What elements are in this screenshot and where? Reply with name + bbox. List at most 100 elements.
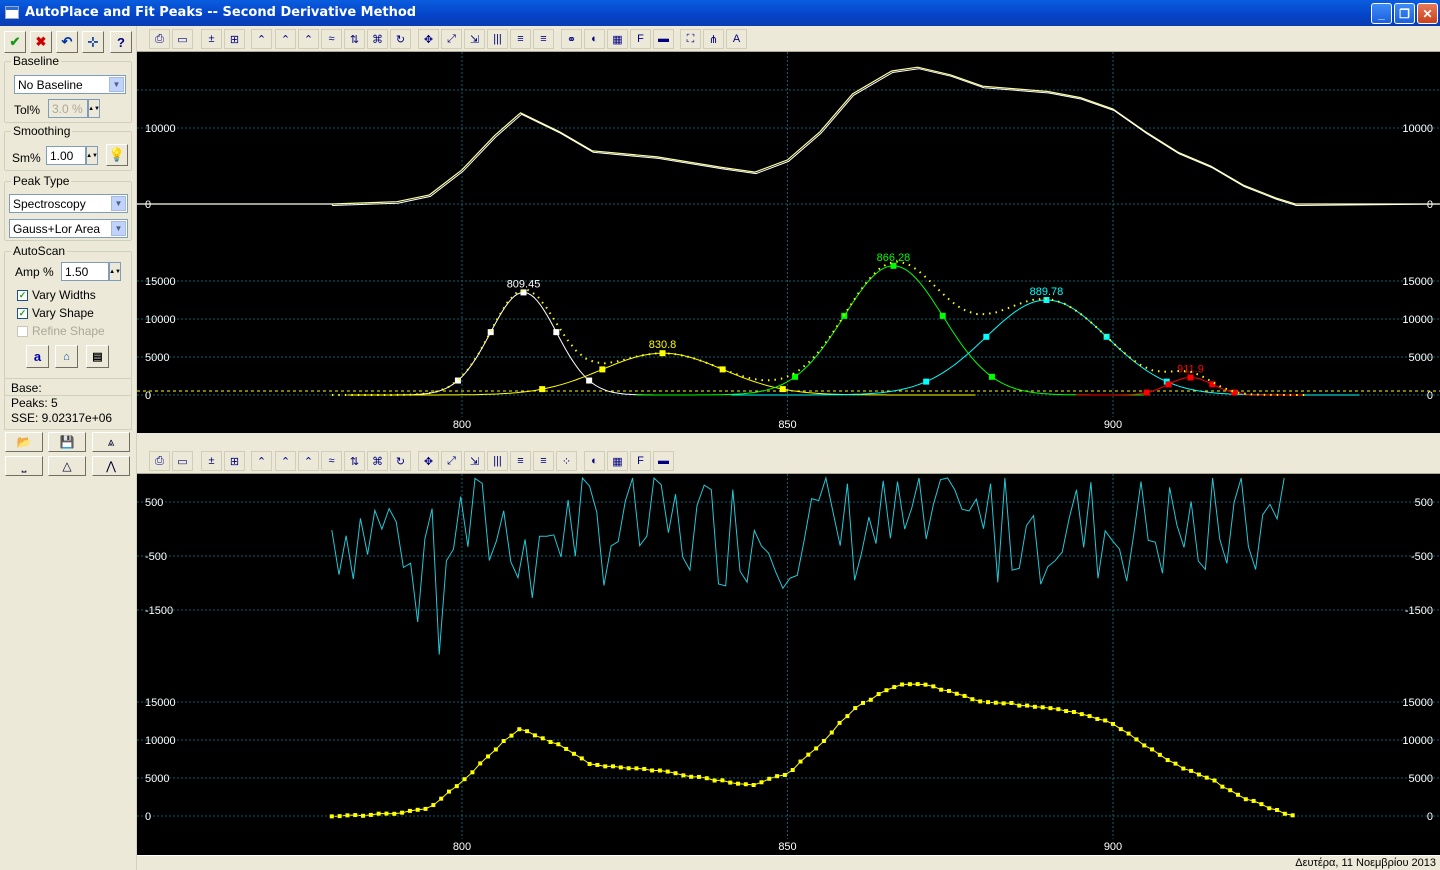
splitter[interactable] <box>137 433 1440 448</box>
data-point <box>767 776 772 781</box>
peak-up-button[interactable]: ⩓ <box>92 432 130 452</box>
vary-widths-checkbox[interactable]: ✓ Vary Widths <box>17 288 96 302</box>
scale-tool-button[interactable]: ⇲ <box>464 451 485 471</box>
zoom-tool-button[interactable]: ⤢ <box>441 29 462 49</box>
binocular-tool-button[interactable]: ⚭ <box>561 29 582 49</box>
folder-tool-button[interactable]: ▭ <box>172 29 193 49</box>
list-tool-button[interactable]: ≡ <box>510 451 531 471</box>
fit-chart[interactable]: 10000 0 10000 0 15000 15000 10000 10000 5000 5000… <box>137 52 1440 433</box>
peak-tool-button[interactable]: ⌃ <box>251 451 272 471</box>
smooth-preview-button[interactable]: 💡 <box>106 144 128 166</box>
autoscan-report-button[interactable]: ▤ <box>86 345 109 368</box>
baseline-select[interactable]: No Baseline ▼ <box>14 75 126 94</box>
print-tool-button[interactable]: ⎙ <box>149 29 170 49</box>
help-icon: ? <box>117 34 125 50</box>
peak2-icon: ⌃ <box>280 455 291 468</box>
peak3-tool-button[interactable]: ⌃ <box>298 29 319 49</box>
cursor-v-tool-button[interactable]: ⊞ <box>224 29 245 49</box>
undo-button[interactable]: ↶ <box>56 31 78 53</box>
peak-tool-button[interactable]: ⌃ <box>251 29 272 49</box>
refine-shape-checkbox[interactable]: Refine Shape <box>17 324 105 338</box>
palette-tool-button[interactable]: ▬ <box>653 29 674 49</box>
autoscan-a-button[interactable]: a <box>26 345 49 368</box>
tree-tool-button[interactable]: ⋔ <box>703 29 724 49</box>
grid-tool-button[interactable]: ▦ <box>607 451 628 471</box>
folder-tool-button[interactable]: ▭ <box>172 451 193 471</box>
x-tick-label: 850 <box>778 841 796 853</box>
print-tool-button[interactable]: ⎙ <box>149 451 170 471</box>
a-icon: a <box>33 349 42 364</box>
cursor-h-tool-button[interactable]: ± <box>201 451 222 471</box>
data-point <box>962 693 967 698</box>
vary-shape-checkbox[interactable]: ✓ Vary Shape <box>17 306 94 320</box>
place-peak-button[interactable]: ⊹ <box>82 31 104 53</box>
refresh-tool-button[interactable]: ↻ <box>390 451 411 471</box>
peak2-tool-button[interactable]: ⌃ <box>275 451 296 471</box>
font-tool-button[interactable]: F <box>630 29 651 49</box>
autoscan-peaks-button[interactable]: ⌂ <box>55 345 78 368</box>
list2-tool-button[interactable]: ≡ <box>533 29 554 49</box>
chart-tool-button[interactable]: ⛶ <box>680 29 701 49</box>
color-tool-button[interactable]: ◐ <box>584 451 605 471</box>
list-tool-button[interactable]: ≡ <box>510 29 531 49</box>
cursor-h-icon: ± <box>208 33 215 45</box>
wave-tool-button[interactable]: ≈ <box>321 29 342 49</box>
peak3-tool-button[interactable]: ⌃ <box>298 451 319 471</box>
palette-tool-button[interactable]: ▬ <box>653 451 674 471</box>
arrows-tool-button[interactable]: ⇅ <box>344 451 365 471</box>
zoom-tool-button[interactable]: ⤢ <box>441 451 462 471</box>
wave-tool-button[interactable]: ≈ <box>321 451 342 471</box>
save-button[interactable]: 💾 <box>48 432 86 452</box>
peak-shape-button[interactable]: ⋀ <box>92 456 130 476</box>
label-tool-button[interactable]: A <box>726 29 747 49</box>
fit-tool-button[interactable]: ⌘ <box>367 29 388 49</box>
peak-type-select[interactable]: Spectroscopy ▼ <box>9 194 128 213</box>
peak-fit-button[interactable]: △ <box>48 456 86 476</box>
amp-input[interactable]: 1.50 <box>61 262 109 281</box>
data-point <box>1111 721 1115 726</box>
open-button[interactable]: 📂 <box>5 432 43 452</box>
list2-tool-button[interactable]: ≡ <box>533 451 554 471</box>
bars-tool-button[interactable]: ||| <box>487 451 508 471</box>
font-tool-button[interactable]: F <box>630 451 651 471</box>
y-tick-label: -1500 <box>145 605 173 617</box>
data-point <box>696 774 701 779</box>
residual-chart[interactable]: 500 500 -500 -500 -1500 -1500 15000 15000 10000 1… <box>137 474 1440 855</box>
grid-tool-button[interactable]: ▦ <box>607 29 628 49</box>
top-chart: 10000 0 10000 0 15000 15000 10000 10000 5000 5000… <box>137 52 1440 433</box>
close-button[interactable]: ✕ <box>1417 3 1438 24</box>
accept-button[interactable]: ✔ <box>4 31 26 53</box>
maximize-button[interactable]: ❐ <box>1394 3 1415 24</box>
cursor-h-tool-button[interactable]: ± <box>201 29 222 49</box>
peak-scan-icon: ⌂ <box>63 350 70 363</box>
data-point <box>431 803 436 808</box>
color-icon: ◐ <box>591 455 598 467</box>
y-tick-label: -500 <box>1411 551 1433 563</box>
peak-shape-select[interactable]: Gauss+Lor Area ▼ <box>9 219 128 238</box>
tol-spinner[interactable]: ▲▼ <box>88 99 100 118</box>
scale-tool-button[interactable]: ⇲ <box>464 29 485 49</box>
dots-tool-button[interactable]: ⁘ <box>556 451 577 471</box>
data-point <box>704 776 709 781</box>
move-tool-button[interactable]: ✥ <box>418 451 439 471</box>
move-tool-button[interactable]: ✥ <box>418 29 439 49</box>
sm-spinner[interactable]: ▲▼ <box>86 146 98 165</box>
cursor-v-tool-button[interactable]: ⊞ <box>224 451 245 471</box>
help-button[interactable]: ? <box>110 31 132 53</box>
arrows-tool-button[interactable]: ⇅ <box>344 29 365 49</box>
tol-input[interactable]: 3.0 % <box>48 99 88 118</box>
sm-input[interactable]: 1.00 <box>46 146 86 165</box>
baseline-points-button[interactable]: ⎵ <box>5 456 43 476</box>
fit-tool-button[interactable]: ⌘ <box>367 451 388 471</box>
bars-icon: ||| <box>493 33 502 45</box>
peak2-tool-button[interactable]: ⌃ <box>275 29 296 49</box>
color-tool-button[interactable]: ◐ <box>584 29 605 49</box>
bars-tool-button[interactable]: ||| <box>487 29 508 49</box>
data-point <box>845 714 850 719</box>
refresh-tool-button[interactable]: ↻ <box>390 29 411 49</box>
amp-spinner[interactable]: ▲▼ <box>109 262 121 281</box>
minimize-button[interactable]: _ <box>1371 3 1392 24</box>
data-point <box>1017 703 1022 708</box>
data-point <box>509 733 514 738</box>
reject-button[interactable]: ✖ <box>30 31 52 53</box>
